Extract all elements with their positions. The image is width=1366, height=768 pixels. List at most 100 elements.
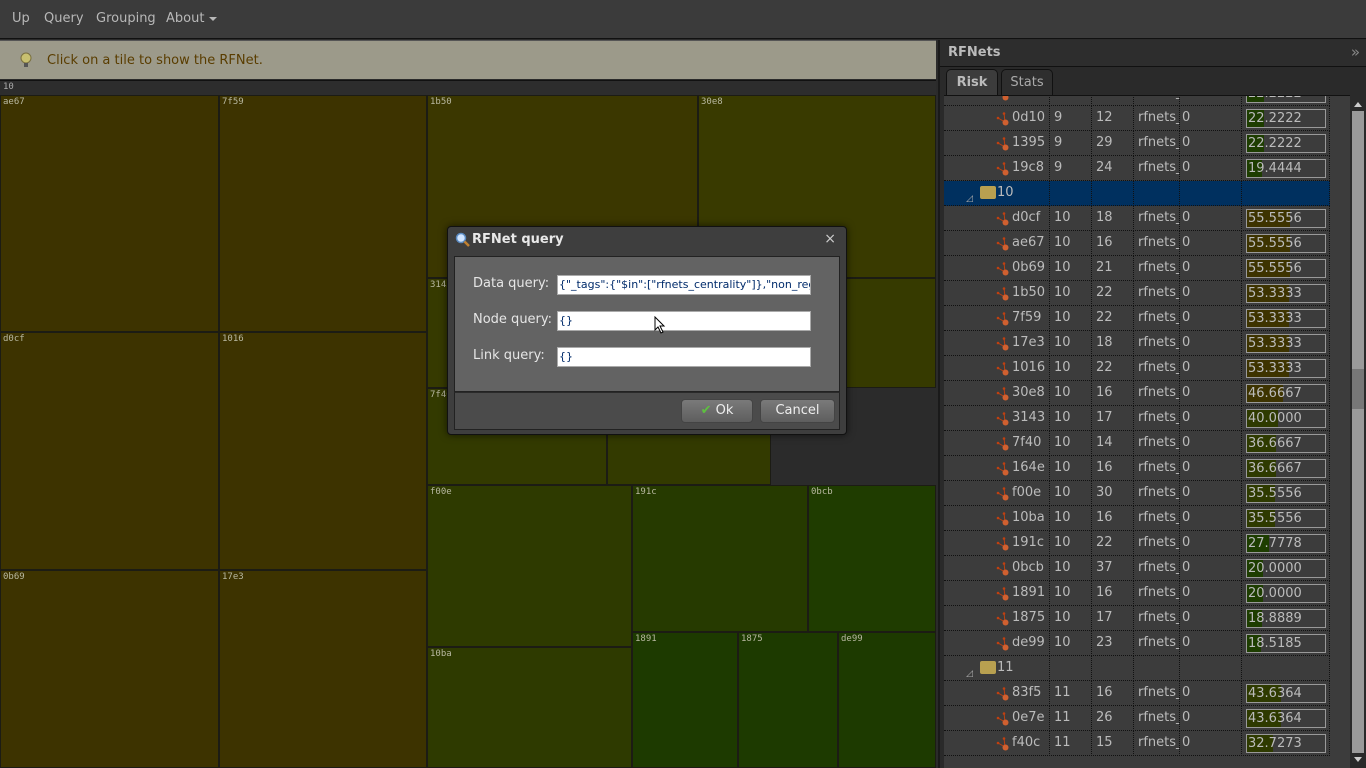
- treemap-tile[interactable]: ae67: [0, 95, 219, 332]
- table-row[interactable]: d0cf 10 18 rfnets_ 0 55.5556: [944, 206, 1330, 231]
- expand-toggle-icon[interactable]: ◿: [966, 662, 973, 681]
- table-row[interactable]: 1016 10 22 rfnets_ 0 53.3333: [944, 356, 1330, 381]
- network-node-icon: [996, 587, 1009, 601]
- ok-button[interactable]: ✔ Ok: [681, 399, 753, 423]
- node-query-input[interactable]: {}: [557, 311, 811, 331]
- collapse-icon[interactable]: »: [1351, 43, 1360, 61]
- group-row[interactable]: ◿ 11: [944, 656, 1330, 681]
- group-row[interactable]: ◿ 10: [944, 181, 1330, 206]
- table-row[interactable]: 0e7e 11 26 rfnets_ 0 43.6364: [944, 706, 1330, 731]
- count-value: 23: [1096, 635, 1113, 650]
- treemap-tile[interactable]: f00e: [427, 485, 632, 647]
- treemap-group-label: 10: [3, 82, 14, 92]
- table-row[interactable]: 0d10 9 12 rfnets_ 0 22.2222: [944, 106, 1330, 131]
- table-row[interactable]: 1395 9 29 rfnets_ 0 22.2222: [944, 131, 1330, 156]
- tag-value: rfnets_: [1138, 685, 1180, 700]
- node-id: 191c: [1012, 535, 1044, 550]
- treemap-tile[interactable]: 1891: [632, 632, 738, 768]
- tile-label: 1016: [222, 334, 244, 344]
- risk-bar: 55.5556: [1246, 234, 1326, 253]
- count-value: 22: [1096, 285, 1113, 300]
- table-row[interactable]: 3143 10 17 rfnets_ 0 40.0000: [944, 406, 1330, 431]
- scroll-down-icon[interactable]: [1354, 757, 1362, 762]
- cancel-button[interactable]: Cancel: [760, 399, 835, 423]
- table-row[interactable]: 83f5 11 16 rfnets_ 0 43.6364: [944, 681, 1330, 706]
- node-id: 1891: [1012, 585, 1046, 600]
- table-row[interactable]: 0b69 10 21 rfnets_ 0 55.5556: [944, 256, 1330, 281]
- tile-label: 30e8: [701, 97, 723, 107]
- risk-cell: 27.7778: [1242, 531, 1330, 556]
- risk-bar: 46.6667: [1246, 384, 1326, 403]
- treemap-tile[interactable]: 0b69: [0, 570, 219, 768]
- table-row[interactable]: ae67 10 16 rfnets_ 0 55.5556: [944, 231, 1330, 256]
- group-value: 11: [1054, 685, 1071, 700]
- empty-cell: [1180, 656, 1242, 681]
- menu-about[interactable]: About: [166, 11, 218, 26]
- table-row[interactable]: 0bcb 10 37 rfnets_ 0 20.0000: [944, 556, 1330, 581]
- treemap-tile[interactable]: 1875: [738, 632, 838, 768]
- scroll-thumb[interactable]: [1352, 369, 1364, 409]
- expand-toggle-icon[interactable]: ◿: [966, 187, 973, 206]
- zero-value: 0: [1182, 110, 1191, 125]
- table-row[interactable]: f00e 10 30 rfnets_ 0 35.5556: [944, 481, 1330, 506]
- treemap-tile[interactable]: 0bcb: [808, 485, 936, 632]
- zero-value: 0: [1182, 560, 1191, 575]
- scroll-up-icon[interactable]: [1354, 102, 1362, 107]
- count-value: 26: [1096, 710, 1113, 725]
- group-value: 10: [1054, 210, 1071, 225]
- menu-up[interactable]: Up: [12, 11, 30, 26]
- treemap-tile[interactable]: 7f59: [219, 95, 427, 332]
- table-row[interactable]: 1875 10 17 rfnets_ 0 18.8889: [944, 606, 1330, 631]
- table-row[interactable]: 7f40 10 14 rfnets_ 0 36.6667: [944, 431, 1330, 456]
- table-row[interactable]: 164e 10 16 rfnets_ 0 36.6667: [944, 456, 1330, 481]
- close-icon[interactable]: ×: [824, 231, 836, 247]
- table-row[interactable]: 7f59 10 22 rfnets_ 0 53.3333: [944, 306, 1330, 331]
- count-value: 22: [1096, 360, 1113, 375]
- count-value: 16: [1096, 235, 1113, 250]
- menu-about-label: About: [166, 11, 205, 26]
- count-value: 16: [1096, 460, 1113, 475]
- treemap-tile[interactable]: de99: [838, 632, 936, 768]
- risk-cell: 36.6667: [1242, 431, 1330, 456]
- network-node-icon: [996, 162, 1009, 176]
- risk-value: 22.2222: [1248, 111, 1302, 126]
- data-query-input[interactable]: {"_tags":{"$in":["rfnets_centrality"]},"…: [557, 275, 811, 295]
- risk-cell: 53.3333: [1242, 331, 1330, 356]
- node-query-label: Node query:: [473, 312, 553, 327]
- menu-query[interactable]: Query: [44, 11, 84, 26]
- tab-risk[interactable]: Risk: [946, 69, 998, 96]
- table-row[interactable]: 17e3 10 18 rfnets_ 0 53.3333: [944, 331, 1330, 356]
- scroll-track[interactable]: [1352, 111, 1364, 753]
- table-row[interactable]: 10ba 10 16 rfnets_ 0 35.5556: [944, 506, 1330, 531]
- mouse-cursor-icon: [654, 316, 666, 334]
- treemap-tile[interactable]: d0cf: [0, 332, 219, 570]
- risk-value: 18.5185: [1248, 636, 1302, 651]
- risk-cell: 53.3333: [1242, 281, 1330, 306]
- tab-stats[interactable]: Stats: [1001, 69, 1053, 96]
- risk-bar: 22.2222: [1246, 134, 1326, 153]
- table-row[interactable]: 1891 10 16 rfnets_ 0 20.0000: [944, 581, 1330, 606]
- risk-cell: 53.3333: [1242, 356, 1330, 381]
- treemap-tile[interactable]: 10ba: [427, 647, 632, 768]
- table-row[interactable]: abe3 9 14 rfnets_0 22.2222: [944, 96, 1330, 106]
- link-query-input[interactable]: {}: [557, 347, 811, 367]
- table-row[interactable]: 30e8 10 16 rfnets_ 0 46.6667: [944, 381, 1330, 406]
- table-row[interactable]: 1b50 10 22 rfnets_ 0 53.3333: [944, 281, 1330, 306]
- menu-grouping[interactable]: Grouping: [96, 11, 156, 26]
- zero-value: 0: [1182, 210, 1191, 225]
- treemap-tile[interactable]: 1016: [219, 332, 427, 570]
- treemap-tile[interactable]: 191c: [632, 485, 808, 632]
- risk-cell: 20.0000: [1242, 556, 1330, 581]
- chevron-down-icon: [209, 16, 218, 21]
- name-cell: 1395: [944, 131, 1050, 156]
- table-row[interactable]: f40c 11 15 rfnets_ 0 32.7273: [944, 731, 1330, 756]
- table-row[interactable]: de99 10 23 rfnets_ 0 18.5185: [944, 631, 1330, 656]
- table-row[interactable]: 191c 10 22 rfnets_ 0 27.7778: [944, 531, 1330, 556]
- risk-cell: 55.5556: [1242, 256, 1330, 281]
- treemap-tile[interactable]: 17e3: [219, 570, 427, 768]
- grid-scrollbar[interactable]: [1350, 96, 1366, 768]
- group-value: 9: [1054, 96, 1062, 100]
- empty-cell: [1050, 656, 1092, 681]
- table-row[interactable]: 19c8 9 24 rfnets_ 0 19.4444: [944, 156, 1330, 181]
- network-node-icon: [996, 512, 1009, 526]
